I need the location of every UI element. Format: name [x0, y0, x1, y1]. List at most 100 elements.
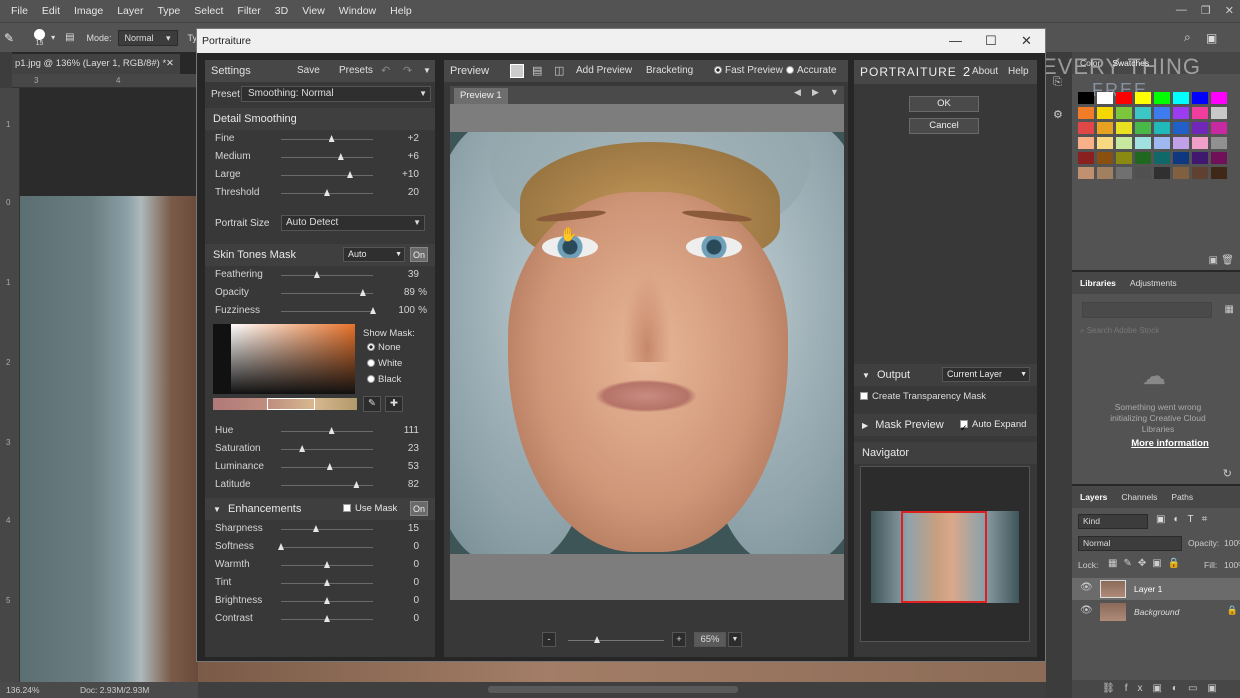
visibility-eye-icon[interactable]: 👁 — [1080, 605, 1093, 616]
lock-icons[interactable]: ▦✎✥▣🔒 — [1108, 558, 1186, 569]
color-field[interactable] — [231, 324, 355, 394]
redo-icon[interactable]: ↷ — [403, 60, 412, 82]
slider-track[interactable] — [281, 175, 373, 176]
fill-value[interactable]: 100% — [1224, 560, 1240, 570]
slider-track[interactable] — [281, 449, 373, 450]
swatch[interactable] — [1097, 107, 1113, 119]
swatch[interactable] — [1154, 152, 1170, 164]
menu-layer[interactable]: Layer — [110, 5, 150, 17]
layer-footer-icons[interactable]: ⛓fx▣◐▭▣🗑 — [1102, 683, 1227, 698]
swatch[interactable] — [1154, 107, 1170, 119]
slider-track[interactable] — [281, 485, 373, 486]
menu-window[interactable]: Window — [332, 5, 383, 17]
swatch[interactable] — [1078, 107, 1094, 119]
accurate-option[interactable]: Accurate — [786, 60, 836, 82]
swatch[interactable] — [1116, 167, 1132, 179]
slider-value[interactable]: 0 — [389, 613, 419, 624]
swatch[interactable] — [1211, 92, 1227, 104]
bracketing-button[interactable]: Bracketing — [646, 60, 693, 82]
undo-icon[interactable]: ↶ — [381, 60, 390, 82]
enhancements-on-toggle[interactable]: On — [410, 501, 428, 516]
swatch[interactable] — [1173, 152, 1189, 164]
swatch[interactable] — [1154, 92, 1170, 104]
opacity-value[interactable]: 100% — [1224, 538, 1240, 548]
canvas-image[interactable] — [20, 196, 198, 682]
brush-tool-icon[interactable]: ✎ — [4, 31, 14, 45]
mask-option-white[interactable]: White — [367, 358, 402, 369]
presets-button[interactable]: Presets — [339, 60, 373, 82]
close-tab-icon[interactable]: ✕ — [166, 54, 174, 74]
radio-fast-preview[interactable] — [714, 66, 722, 74]
dialog-close-icon[interactable]: ✕ — [1021, 29, 1032, 53]
swatch[interactable] — [1192, 167, 1208, 179]
restore-icon[interactable]: ❐ — [1201, 4, 1211, 17]
properties-icon[interactable]: ⚙ — [1053, 108, 1063, 121]
zoom-value[interactable]: 65% — [694, 632, 726, 647]
menu-3d[interactable]: 3D — [268, 5, 295, 17]
swatch[interactable] — [1211, 167, 1227, 179]
transparency-mask-option[interactable]: Create Transparency Mask — [860, 391, 986, 402]
preview-tab[interactable]: Preview 1 — [454, 88, 508, 104]
slider-value[interactable]: 23 — [389, 443, 419, 454]
menu-type[interactable]: Type — [150, 5, 187, 17]
slider-value[interactable]: 53 — [389, 461, 419, 472]
mode-select[interactable]: Normal ▾ — [117, 29, 178, 46]
radio-accurate[interactable] — [786, 66, 794, 74]
eyedropper-icon[interactable]: ✎ — [363, 396, 381, 412]
swatch[interactable] — [1078, 122, 1094, 134]
slider-value[interactable]: 100 — [385, 305, 415, 316]
radio-black[interactable] — [367, 375, 375, 383]
swatch[interactable] — [1116, 92, 1132, 104]
swatch[interactable] — [1135, 107, 1151, 119]
ok-button[interactable]: OK — [909, 96, 979, 112]
split-vertical-icon[interactable]: ◫ — [554, 60, 564, 82]
slider-value[interactable]: 0 — [389, 577, 419, 588]
tab-libraries[interactable]: Libraries — [1080, 278, 1116, 288]
swatch[interactable] — [1192, 137, 1208, 149]
tab-menu-icon[interactable]: ▼ — [830, 87, 839, 97]
slider-value[interactable]: 111 — [389, 425, 419, 436]
navigator-box[interactable] — [860, 466, 1030, 642]
brush-preset[interactable]: 15 — [34, 28, 46, 47]
tone-range-marker[interactable] — [267, 398, 315, 410]
swatch[interactable] — [1173, 137, 1189, 149]
swatch[interactable] — [1097, 167, 1113, 179]
layer-row[interactable]: 👁 Layer 1 — [1072, 578, 1240, 600]
swatch[interactable] — [1135, 137, 1151, 149]
dialog-minimize-icon[interactable]: — — [949, 29, 962, 53]
auto-expand-checkbox[interactable] — [960, 417, 968, 439]
preview-image[interactable]: ✋ — [450, 132, 844, 554]
swatch[interactable] — [1211, 137, 1227, 149]
swatch[interactable] — [1097, 137, 1113, 149]
dialog-maximize-icon[interactable]: ☐ — [985, 29, 997, 53]
menu-file[interactable]: File — [4, 5, 35, 17]
swatch[interactable] — [1116, 122, 1132, 134]
minimize-icon[interactable]: — — [1176, 4, 1187, 17]
document-tab[interactable]: p1.jpg @ 136% (Layer 1, RGB/8#) * ✕ — [12, 54, 180, 74]
cancel-button[interactable]: Cancel — [909, 118, 979, 134]
slider-value[interactable]: 0 — [389, 559, 419, 570]
enhancements-header[interactable]: ▼ Enhancements Use Mask On — [205, 498, 435, 520]
swatch[interactable] — [1154, 137, 1170, 149]
slider-track[interactable] — [281, 529, 373, 530]
swatch[interactable] — [1078, 167, 1094, 179]
menu-image[interactable]: Image — [67, 5, 110, 17]
radio-white[interactable] — [367, 359, 375, 367]
layer-filter-icons[interactable]: ▣◐T⌗ — [1156, 514, 1215, 525]
cc-more-info-link[interactable]: More information — [1072, 438, 1240, 449]
swatch[interactable] — [1154, 122, 1170, 134]
slider-value[interactable]: +10 — [389, 169, 419, 180]
dialog-titlebar[interactable]: Portraiture — ☐ ✕ — [197, 29, 1045, 53]
tone-bar[interactable] — [213, 398, 357, 410]
swatch[interactable] — [1078, 152, 1094, 164]
transparency-checkbox[interactable] — [860, 392, 868, 400]
slider-track[interactable] — [281, 157, 373, 158]
tab-channels[interactable]: Channels — [1121, 492, 1157, 502]
workspace-icon[interactable]: ▣ — [1206, 31, 1217, 45]
grid-view-icon[interactable]: ▦ — [1225, 304, 1234, 315]
help-button[interactable]: Help — [1008, 60, 1029, 84]
slider-value[interactable]: 20 — [389, 187, 419, 198]
prev-arrow-icon[interactable]: ◀ — [794, 87, 801, 98]
skin-mode-select[interactable]: Auto ▼ — [343, 247, 405, 262]
add-preview-button[interactable]: Add Preview — [576, 60, 632, 82]
